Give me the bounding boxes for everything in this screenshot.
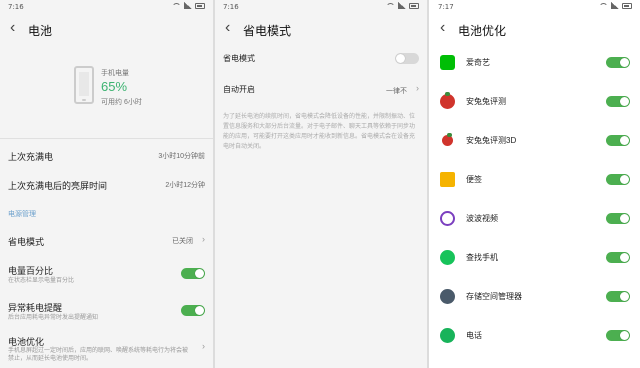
- auto-enable-value: 一律不: [386, 88, 407, 95]
- wifi-icon: [599, 2, 608, 9]
- status-bar: 7:16: [215, 0, 427, 14]
- status-bar: 7:16: [0, 0, 213, 14]
- app-row-notes: 便签: [430, 163, 640, 202]
- power-saving-row[interactable]: 省电模式 已关闭 ›: [8, 234, 205, 263]
- signal-icon: [184, 2, 192, 9]
- bobo-video-icon: [440, 211, 455, 226]
- status-bar: 7:17: [430, 0, 640, 14]
- battery-optimization-row[interactable]: 电池优化 手机息屏超过一定时间后，应用的联网、唤醒系统等耗电行为将会被禁止，从而…: [8, 335, 205, 368]
- battery-optimization-screen: 7:17 ‹ 电池优化 爱奇艺 安兔兔评测 安兔兔评测3D 便签 波波视频 查找…: [430, 0, 640, 368]
- auto-enable-row[interactable]: 自动开启 一律不 ›: [223, 82, 419, 110]
- chevron-right-icon: ›: [202, 234, 205, 244]
- app-toggle-phone[interactable]: [606, 330, 630, 341]
- battery-screen: 7:16 ‹ 电池 手机电量 65% 可用约 6小时 上次充满电 3小时10分钟…: [0, 0, 213, 368]
- wifi-icon: [386, 2, 395, 9]
- abnormal-usage-row: 异常耗电提醒 后台应用耗电异常时发出提醒通知: [8, 301, 205, 329]
- find-phone-icon: [440, 250, 455, 265]
- app-toggle-antutu3d[interactable]: [606, 135, 630, 146]
- app-toggle-bobo-video[interactable]: [606, 213, 630, 224]
- chevron-right-icon: ›: [416, 83, 419, 93]
- status-time: 7:16: [8, 3, 24, 11]
- battery-percentage-sub: 在状态栏显示电量百分比: [8, 278, 75, 284]
- power-saving-mode-toggle[interactable]: [395, 53, 419, 64]
- power-saving-mode-label: 省电模式: [223, 54, 255, 63]
- last-charged-label: 上次充满电: [8, 152, 54, 162]
- app-name: 爱奇艺: [466, 58, 490, 67]
- power-saving-mode-row: 省电模式: [223, 51, 419, 79]
- battery-status-icon: [195, 2, 205, 9]
- header: ‹ 省电模式: [215, 16, 427, 42]
- phone-icon: [440, 328, 455, 343]
- abnormal-usage-label: 异常耗电提醒: [8, 303, 63, 313]
- storage-manager-icon: [440, 289, 455, 304]
- app-name: 便签: [466, 175, 482, 184]
- app-row-iqiyi: 爱奇艺: [430, 46, 640, 85]
- power-saving-value: 已关闭: [172, 238, 193, 245]
- antutu-icon: [440, 92, 455, 109]
- antutu3d-icon: [442, 133, 453, 146]
- battery-percent: 65%: [101, 79, 128, 94]
- iqiyi-icon: [440, 55, 455, 70]
- app-name: 查找手机: [466, 253, 498, 262]
- divider: [0, 138, 213, 139]
- header: ‹ 电池优化: [430, 16, 640, 42]
- auto-enable-label: 自动开启: [223, 85, 255, 94]
- power-saving-description: 为了延长电池的续航时间，省电模式会降低设备的性能，并限制振动、位置信息服务和大部…: [223, 114, 416, 150]
- app-row-antutu3d: 安兔兔评测3D: [430, 124, 640, 163]
- app-toggle-find-phone[interactable]: [606, 252, 630, 263]
- page-title: 电池优化: [458, 24, 507, 38]
- battery-summary: 手机电量 65% 可用约 6小时: [0, 46, 213, 138]
- last-charged-value: 3小时10分钟前: [158, 153, 205, 160]
- app-toggle-storage-manager[interactable]: [606, 291, 630, 302]
- section-power-management: 电源管理: [8, 211, 36, 218]
- back-arrow-icon[interactable]: ‹: [440, 20, 445, 36]
- app-name: 安兔兔评测: [466, 97, 506, 106]
- app-row-storage-manager: 存储空间管理器: [430, 280, 640, 319]
- status-time: 7:16: [223, 3, 239, 11]
- app-toggle-notes[interactable]: [606, 174, 630, 185]
- battery-label: 手机电量: [101, 70, 129, 77]
- screen-on-label: 上次充满电后的亮屏时间: [8, 181, 108, 191]
- chevron-right-icon: ›: [202, 341, 205, 351]
- back-arrow-icon[interactable]: ‹: [225, 20, 230, 36]
- app-row-antutu: 安兔兔评测: [430, 85, 640, 124]
- battery-percentage-toggle[interactable]: [181, 268, 205, 279]
- screen-on-value: 2小时12分钟: [165, 182, 205, 189]
- back-arrow-icon[interactable]: ‹: [10, 20, 15, 36]
- header: ‹ 电池: [0, 16, 213, 42]
- battery-status-icon: [622, 2, 632, 9]
- screen-divider: [427, 0, 429, 368]
- app-name: 电话: [466, 331, 482, 340]
- status-time: 7:17: [438, 3, 454, 11]
- battery-percentage-label: 电量百分比: [8, 266, 54, 276]
- app-name: 安兔兔评测3D: [466, 136, 517, 145]
- battery-remaining: 可用约 6小时: [101, 99, 142, 106]
- app-name: 波波视频: [466, 214, 498, 223]
- battery-optimization-sub: 手机息屏超过一定时间后，应用的联网、唤醒系统等耗电行为将会被禁止，从而延长电池使…: [8, 348, 189, 362]
- app-row-find-phone: 查找手机: [430, 241, 640, 280]
- battery-percentage-row: 电量百分比 在状态栏显示电量百分比: [8, 264, 205, 292]
- power-saving-screen: 7:16 ‹ 省电模式 省电模式 自动开启 一律不 › 为了延长电池的续航时间，…: [215, 0, 427, 368]
- app-row-bobo-video: 波波视频: [430, 202, 640, 241]
- power-saving-label: 省电模式: [8, 237, 45, 247]
- wifi-icon: [172, 2, 181, 9]
- app-toggle-iqiyi[interactable]: [606, 57, 630, 68]
- abnormal-usage-sub: 后台应用耗电异常时发出提醒通知: [8, 315, 99, 321]
- battery-status-icon: [409, 2, 419, 9]
- app-toggle-antutu[interactable]: [606, 96, 630, 107]
- phone-battery-icon: [74, 66, 94, 104]
- app-name: 存储空间管理器: [466, 292, 522, 301]
- signal-icon: [611, 2, 619, 9]
- app-row-phone: 电话: [430, 319, 640, 358]
- signal-icon: [398, 2, 406, 9]
- page-title: 省电模式: [243, 24, 292, 38]
- screen-on-row: 上次充满电后的亮屏时间 2小时12分钟: [8, 179, 205, 207]
- notes-icon: [440, 172, 455, 187]
- abnormal-usage-toggle[interactable]: [181, 305, 205, 316]
- page-title: 电池: [28, 24, 53, 38]
- last-charged-row: 上次充满电 3小时10分钟前: [8, 150, 205, 178]
